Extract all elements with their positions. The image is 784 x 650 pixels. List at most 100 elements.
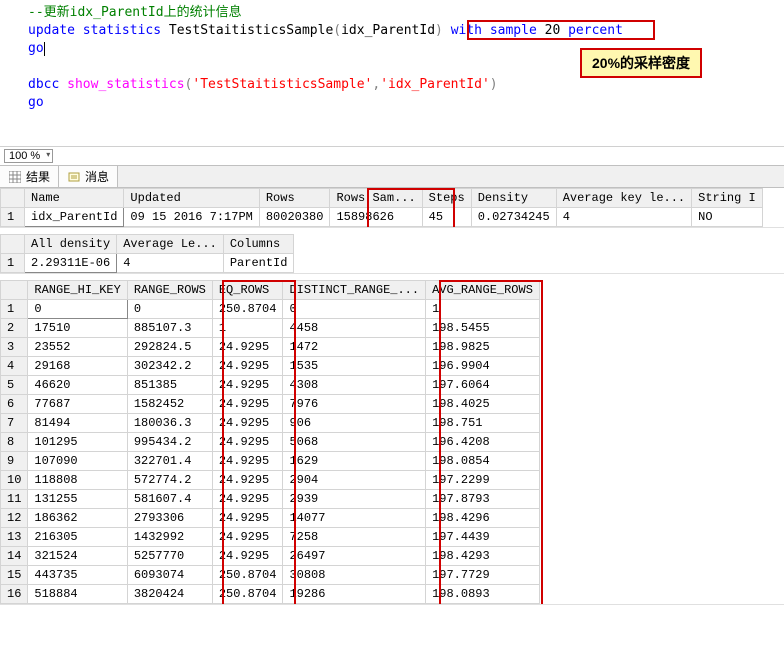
cell[interactable]: 322701.4 xyxy=(127,452,212,471)
cell[interactable]: 17510 xyxy=(28,319,127,338)
cell[interactable]: 198.5455 xyxy=(426,319,540,338)
table-row[interactable]: 323552292824.524.92951472198.9825 xyxy=(1,338,540,357)
cell[interactable]: 302342.2 xyxy=(127,357,212,376)
cell[interactable]: 1629 xyxy=(283,452,426,471)
cell[interactable]: 24.9295 xyxy=(212,509,283,528)
column-header[interactable]: Rows Sam... xyxy=(330,189,422,208)
cell[interactable]: 1582452 xyxy=(127,395,212,414)
cell[interactable]: 197.2299 xyxy=(426,471,540,490)
cell[interactable]: 2.29311E-06 xyxy=(25,254,117,273)
cell[interactable]: 0 xyxy=(283,300,426,319)
cell[interactable]: 24.9295 xyxy=(212,414,283,433)
sql-editor[interactable]: --更新idx_ParentId上的统计信息 update statistics… xyxy=(0,0,784,116)
table-row[interactable]: 54662085138524.92954308197.6064 xyxy=(1,376,540,395)
cell[interactable]: idx_ParentId xyxy=(25,208,124,227)
cell[interactable]: 4 xyxy=(556,208,691,227)
cell[interactable]: 107090 xyxy=(28,452,127,471)
cell[interactable]: 197.6064 xyxy=(426,376,540,395)
cell[interactable]: 995434.2 xyxy=(127,433,212,452)
cell[interactable]: 885107.3 xyxy=(127,319,212,338)
column-header[interactable]: Updated xyxy=(124,189,259,208)
cell[interactable]: 197.8793 xyxy=(426,490,540,509)
cell[interactable]: 46620 xyxy=(28,376,127,395)
cell[interactable]: 0.02734245 xyxy=(471,208,556,227)
cell[interactable]: 572774.2 xyxy=(127,471,212,490)
cell[interactable]: 906 xyxy=(283,414,426,433)
cell[interactable]: 4308 xyxy=(283,376,426,395)
cell[interactable]: 197.4439 xyxy=(426,528,540,547)
table-row[interactable]: 9107090322701.424.92951629198.0854 xyxy=(1,452,540,471)
cell[interactable]: 24.9295 xyxy=(212,490,283,509)
cell[interactable]: 250.8704 xyxy=(212,566,283,585)
cell[interactable]: NO xyxy=(692,208,763,227)
cell[interactable]: 1472 xyxy=(283,338,426,357)
cell[interactable]: 23552 xyxy=(28,338,127,357)
column-header[interactable]: Name xyxy=(25,189,124,208)
column-header[interactable]: RANGE_ROWS xyxy=(127,281,212,300)
cell[interactable]: 24.9295 xyxy=(212,357,283,376)
cell[interactable]: 250.8704 xyxy=(212,585,283,604)
cell[interactable]: 19286 xyxy=(283,585,426,604)
cell[interactable]: 4 xyxy=(117,254,224,273)
cell[interactable]: 3820424 xyxy=(127,585,212,604)
cell[interactable]: 198.0854 xyxy=(426,452,540,471)
table-row[interactable]: 11131255581607.424.92952939197.8793 xyxy=(1,490,540,509)
cell[interactable]: 24.9295 xyxy=(212,528,283,547)
cell[interactable]: 198.9825 xyxy=(426,338,540,357)
table-row[interactable]: 12186362279330624.929514077198.4296 xyxy=(1,509,540,528)
tab-messages[interactable]: 消息 xyxy=(59,166,118,187)
cell[interactable]: 81494 xyxy=(28,414,127,433)
cell[interactable]: 2793306 xyxy=(127,509,212,528)
cell[interactable]: 24.9295 xyxy=(212,452,283,471)
cell[interactable]: 250.8704 xyxy=(212,300,283,319)
table-row[interactable]: 8101295995434.224.92955068196.4208 xyxy=(1,433,540,452)
cell[interactable]: 118808 xyxy=(28,471,127,490)
cell[interactable]: 1 xyxy=(212,319,283,338)
cell[interactable]: 24.9295 xyxy=(212,338,283,357)
table-row[interactable]: 429168302342.224.92951535196.9904 xyxy=(1,357,540,376)
cell[interactable]: 24.9295 xyxy=(212,433,283,452)
cell[interactable]: 45 xyxy=(422,208,471,227)
cell[interactable]: 24.9295 xyxy=(212,376,283,395)
cell[interactable]: 186362 xyxy=(28,509,127,528)
cell[interactable]: 6093074 xyxy=(127,566,212,585)
cell[interactable]: 5257770 xyxy=(127,547,212,566)
cell[interactable]: 0 xyxy=(28,300,127,319)
tab-results[interactable]: 结果 xyxy=(0,166,59,187)
column-header[interactable]: String I xyxy=(692,189,763,208)
cell[interactable]: 14077 xyxy=(283,509,426,528)
cell[interactable]: 0 xyxy=(127,300,212,319)
cell[interactable]: 26497 xyxy=(283,547,426,566)
table-row[interactable]: 1idx_ParentId09 15 2016 7:17PM8002038015… xyxy=(1,208,763,227)
table-row[interactable]: 100250.870401 xyxy=(1,300,540,319)
column-header[interactable]: All density xyxy=(25,235,117,254)
grid-stats-header-table[interactable]: NameUpdatedRowsRows Sam...StepsDensityAv… xyxy=(0,188,763,227)
column-header[interactable]: DISTINCT_RANGE_... xyxy=(283,281,426,300)
cell[interactable]: 24.9295 xyxy=(212,471,283,490)
cell[interactable]: 7976 xyxy=(283,395,426,414)
cell[interactable]: 2904 xyxy=(283,471,426,490)
column-header[interactable]: Density xyxy=(471,189,556,208)
zoom-combo[interactable]: 100 % xyxy=(4,149,53,163)
table-row[interactable]: 13216305143299224.92957258197.4439 xyxy=(1,528,540,547)
cell[interactable]: 198.4025 xyxy=(426,395,540,414)
column-header[interactable]: EQ_ROWS xyxy=(212,281,283,300)
cell[interactable]: 180036.3 xyxy=(127,414,212,433)
cell[interactable]: 77687 xyxy=(28,395,127,414)
cell[interactable]: 5068 xyxy=(283,433,426,452)
cell[interactable]: 198.4293 xyxy=(426,547,540,566)
cell[interactable]: 216305 xyxy=(28,528,127,547)
cell[interactable]: 09 15 2016 7:17PM xyxy=(124,208,259,227)
cell[interactable]: 30808 xyxy=(283,566,426,585)
cell[interactable]: 851385 xyxy=(127,376,212,395)
column-header[interactable]: Steps xyxy=(422,189,471,208)
table-row[interactable]: 217510885107.314458198.5455 xyxy=(1,319,540,338)
column-header[interactable]: Rows xyxy=(259,189,330,208)
cell[interactable]: 581607.4 xyxy=(127,490,212,509)
table-row[interactable]: 12.29311E-064ParentId xyxy=(1,254,294,273)
cell[interactable]: 1535 xyxy=(283,357,426,376)
cell[interactable]: 196.4208 xyxy=(426,433,540,452)
cell[interactable]: 29168 xyxy=(28,357,127,376)
cell[interactable]: 131255 xyxy=(28,490,127,509)
cell[interactable]: 4458 xyxy=(283,319,426,338)
